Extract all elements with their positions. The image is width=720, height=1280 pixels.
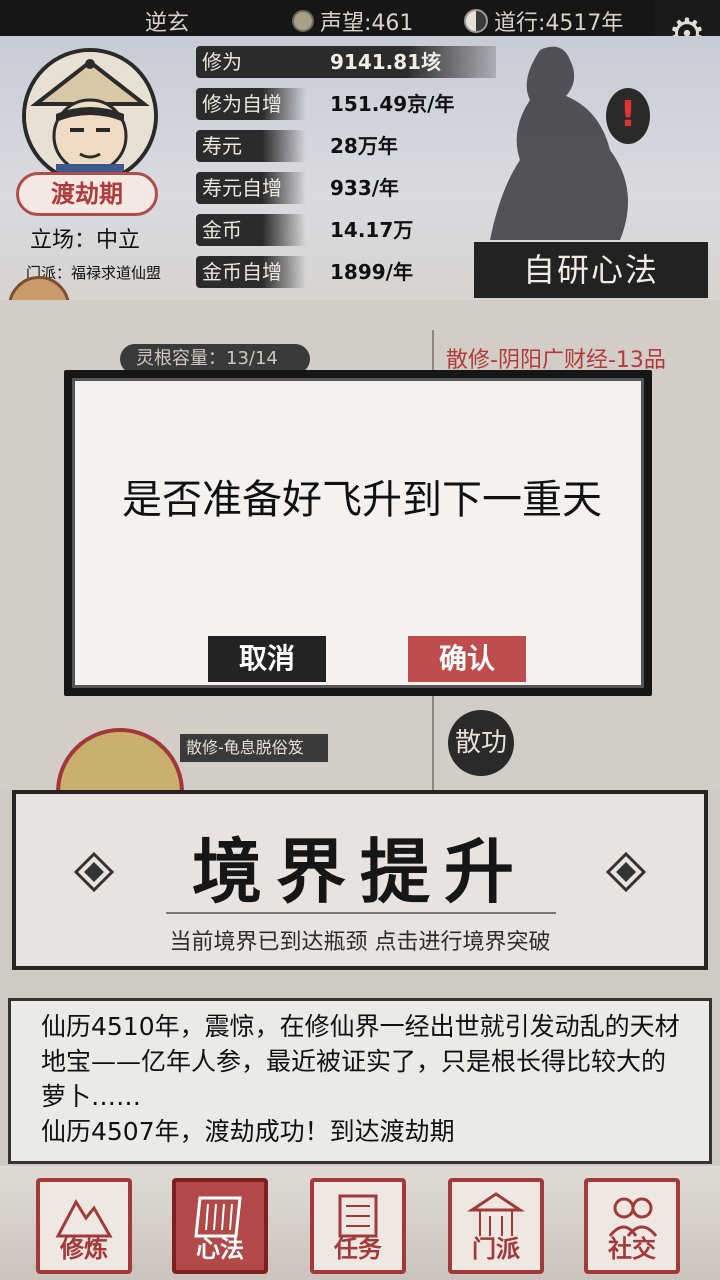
nav-label: 心法: [196, 1235, 244, 1263]
stat-value: 14.17万: [330, 218, 414, 242]
nav-tasks[interactable]: 任务: [310, 1178, 406, 1274]
nav-technique[interactable]: 心法: [172, 1178, 268, 1274]
nav-label: 修炼: [60, 1235, 108, 1263]
dialog-message: 是否准备好飞升到下一重天: [122, 477, 602, 523]
log-entry: 仙历4507年，渡劫成功！到达渡劫期: [41, 1117, 455, 1146]
realm-badge: 渡劫期: [16, 172, 158, 216]
stat-label: 修为自增: [196, 88, 306, 120]
nav-label: 任务: [334, 1235, 382, 1263]
nav-label: 社交: [608, 1235, 656, 1263]
self-research-button[interactable]: 自研心法: [474, 242, 708, 298]
divider: [166, 912, 556, 914]
top-status-bar: 逆玄 声望:461 道行:4517年: [0, 0, 720, 36]
alert-exclamation-icon[interactable]: !: [606, 88, 650, 144]
ascension-dialog: 是否准备好飞升到下一重天 取消 确认: [64, 370, 652, 696]
stat-row-cultivation: 修为 9141.81垓: [196, 42, 506, 84]
dao-practice-display: 道行:4517年: [464, 5, 623, 37]
avatar[interactable]: [22, 48, 158, 184]
stat-value: 151.49京/年: [330, 92, 455, 116]
skill-tag: 散修-龟息脱俗笈: [180, 734, 328, 762]
stat-value: 1899/年: [330, 260, 413, 284]
confirm-button[interactable]: 确认: [408, 636, 526, 682]
nav-cultivate[interactable]: 修炼: [36, 1178, 132, 1274]
realm-subtitle: 当前境界已到达瓶颈 点击进行境界突破: [169, 930, 551, 955]
stat-label: 寿元: [196, 130, 306, 162]
event-log[interactable]: 仙历4510年，震惊，在修仙界一经出世就引发动乱的天材地宝——亿年人参，最近被证…: [8, 998, 712, 1164]
stat-value: 28万年: [330, 134, 398, 158]
reputation-coin-icon: [292, 10, 314, 32]
stat-label: 寿元自增: [196, 172, 306, 204]
nav-social[interactable]: 社交: [584, 1178, 680, 1274]
character-header: 渡劫期 立场：中立 门派：福禄求道仙盟 修为 9141.81垓 修为自增 151…: [0, 36, 720, 338]
dao-practice-value: 道行:4517年: [494, 11, 624, 36]
stat-row-lifespan: 寿元 28万年: [196, 126, 506, 168]
stats-panel: 修为 9141.81垓 修为自增 151.49京/年 寿元 28万年 寿元自增 …: [196, 42, 506, 294]
nav-sect[interactable]: 门派: [448, 1178, 544, 1274]
stance-label: 立场：中立: [30, 228, 141, 253]
player-name: 逆玄: [145, 11, 190, 36]
reputation-display: 声望:461: [292, 5, 413, 37]
stat-row-lifespan-rate: 寿元自增 933/年: [196, 168, 506, 210]
yinyang-icon: [464, 9, 488, 33]
disperse-button[interactable]: 散功: [448, 710, 514, 776]
reputation-value: 声望:461: [320, 11, 414, 36]
diamond-ornament-icon: [606, 852, 646, 892]
nav-label: 门派: [472, 1235, 520, 1263]
stat-value: 933/年: [330, 176, 400, 200]
stat-label: 金币自增: [196, 256, 306, 288]
realm-breakthrough-panel[interactable]: 境界提升 当前境界已到达瓶颈 点击进行境界突破: [12, 790, 708, 970]
stat-row-cultivation-rate: 修为自增 151.49京/年: [196, 84, 506, 126]
cancel-button[interactable]: 取消: [208, 636, 326, 682]
stat-value: 9141.81垓: [330, 50, 442, 74]
stat-row-gold-rate: 金币自增 1899/年: [196, 252, 506, 294]
stat-label: 金币: [196, 214, 306, 246]
bottom-navigation: 修炼 心法 任务 门派 社交: [0, 1166, 720, 1280]
cultivator-portrait-icon: [26, 52, 154, 180]
log-entry: 仙历4510年，震惊，在修仙界一经出世就引发动乱的天材地宝——亿年人参，最近被证…: [41, 1012, 680, 1111]
stat-row-gold: 金币 14.17万: [196, 210, 506, 252]
realm-title: 境界提升: [192, 830, 528, 913]
